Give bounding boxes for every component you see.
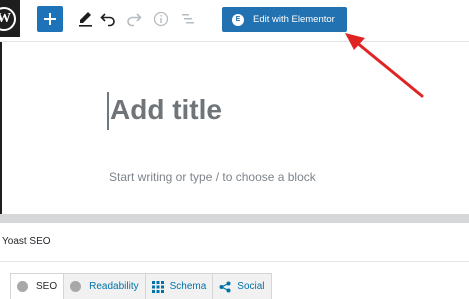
block-navigation-button[interactable] [178, 6, 198, 32]
redo-icon [127, 13, 142, 27]
wordpress-logo-icon[interactable]: W [0, 0, 20, 37]
add-block-button[interactable] [37, 6, 63, 32]
tab-seo[interactable]: SEO [10, 273, 65, 299]
post-title-input[interactable]: Add title [110, 94, 222, 126]
tab-readability-label: Readability [89, 281, 139, 292]
tab-seo-label: SEO [36, 281, 58, 292]
plus-icon [44, 13, 56, 25]
undo-button[interactable] [99, 6, 117, 32]
tab-social[interactable]: Social [213, 273, 272, 299]
text-caret [107, 92, 109, 130]
redo-button[interactable] [125, 6, 143, 32]
status-dot-icon [17, 281, 28, 292]
tab-social-label: Social [237, 281, 265, 292]
elementor-logo-letter: E [235, 16, 241, 23]
tab-schema-label: Schema [169, 281, 207, 292]
panel-divider [0, 214, 469, 223]
content-info-button[interactable] [151, 6, 171, 32]
tab-readability[interactable]: Readability [64, 273, 146, 299]
wordpress-logo-glyph: W [0, 7, 16, 31]
share-icon [219, 281, 231, 293]
block-appender[interactable]: Start writing or type / to choose a bloc… [109, 170, 316, 184]
yoast-panel-body: SEO Readability Schema Social [0, 262, 469, 299]
list-outline-icon [182, 14, 194, 24]
yoast-panel-header[interactable]: Yoast SEO [0, 223, 469, 262]
edit-with-elementor-button[interactable]: E Edit with Elementor [222, 7, 347, 32]
tab-schema[interactable]: Schema [145, 273, 214, 299]
info-icon [153, 11, 169, 27]
yoast-tabs: SEO Readability Schema Social [10, 273, 272, 299]
annotation-arrow-icon [345, 33, 424, 98]
edit-with-elementor-label: Edit with Elementor [253, 14, 335, 25]
undo-icon [100, 13, 115, 27]
pencil-icon [79, 12, 92, 27]
editor-page: W E Edit with Elementor Add title Start … [0, 0, 469, 299]
elementor-logo-icon: E [232, 13, 244, 26]
yoast-panel-title: Yoast SEO [2, 236, 51, 247]
status-dot-icon [70, 281, 82, 292]
edit-tools-button[interactable] [77, 6, 95, 32]
grid-icon [151, 280, 164, 293]
